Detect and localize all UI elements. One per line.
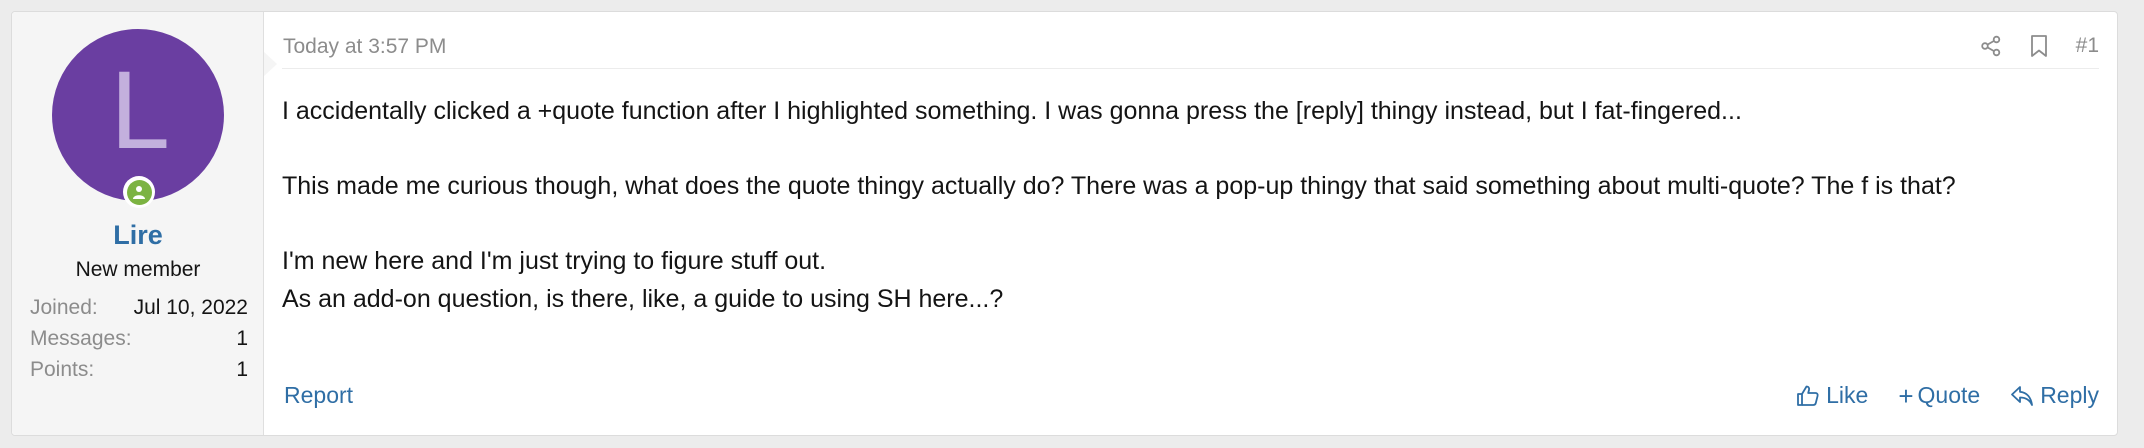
message-main: Today at 3:57 PM #1 I accidentally click… <box>264 12 2117 435</box>
plus-icon: + <box>1898 380 1914 411</box>
stat-value: Jul 10, 2022 <box>133 296 248 319</box>
share-icon[interactable] <box>1978 33 2004 59</box>
reply-label: Reply <box>2040 382 2099 408</box>
like-button[interactable]: Like <box>1796 382 1868 409</box>
user-online-icon <box>126 179 152 205</box>
thumbs-up-icon <box>1797 385 1819 406</box>
quote-label: Quote <box>1917 382 1981 408</box>
header-actions: #1 <box>1956 33 2099 59</box>
stat-messages: Messages: 1 <box>30 323 248 354</box>
message-body: I accidentally clicked a +quote function… <box>282 92 2087 318</box>
username[interactable]: Lire <box>12 220 264 251</box>
message-header: Today at 3:57 PM #1 <box>282 12 2099 69</box>
message-actions: Like + Quote Reply <box>1766 382 2099 409</box>
like-label: Like <box>1826 382 1869 408</box>
post-number-link[interactable]: #1 <box>2076 34 2099 58</box>
stat-joined: Joined: Jul 10, 2022 <box>30 292 248 323</box>
message-post: L Lire New member Joined: Jul 10, 2022 M… <box>11 11 2118 436</box>
bookmark-icon[interactable] <box>2026 33 2052 59</box>
message-user-panel: L Lire New member Joined: Jul 10, 2022 M… <box>12 12 277 435</box>
message-paragraph: I'm new here and I'm just trying to figu… <box>282 247 827 275</box>
user-title: New member <box>75 258 201 281</box>
stat-label: Points: <box>30 358 95 381</box>
stat-label: Joined: <box>30 296 98 319</box>
reply-icon <box>2011 385 2034 406</box>
stat-value: 1 <box>236 327 248 350</box>
report-link[interactable]: Report <box>284 382 353 409</box>
message-paragraph: As an add-on question, is there, like, a… <box>282 285 1004 313</box>
stat-label: Messages: <box>30 327 132 350</box>
message-paragraph: This made me curious though, what does t… <box>282 172 1956 200</box>
message-paragraph: I accidentally clicked a +quote function… <box>282 97 1742 125</box>
user-stats: Joined: Jul 10, 2022 Messages: 1 Points:… <box>30 292 248 385</box>
online-status-indicator <box>123 176 155 208</box>
message-footer: Report Like + Quote Reply <box>284 378 2099 414</box>
stat-points: Points: 1 <box>30 354 248 385</box>
stat-value: 1 <box>236 358 248 381</box>
quote-button[interactable]: + Quote <box>1898 382 1980 409</box>
post-timestamp[interactable]: Today at 3:57 PM <box>283 35 446 59</box>
reply-button[interactable]: Reply <box>2010 382 2099 409</box>
